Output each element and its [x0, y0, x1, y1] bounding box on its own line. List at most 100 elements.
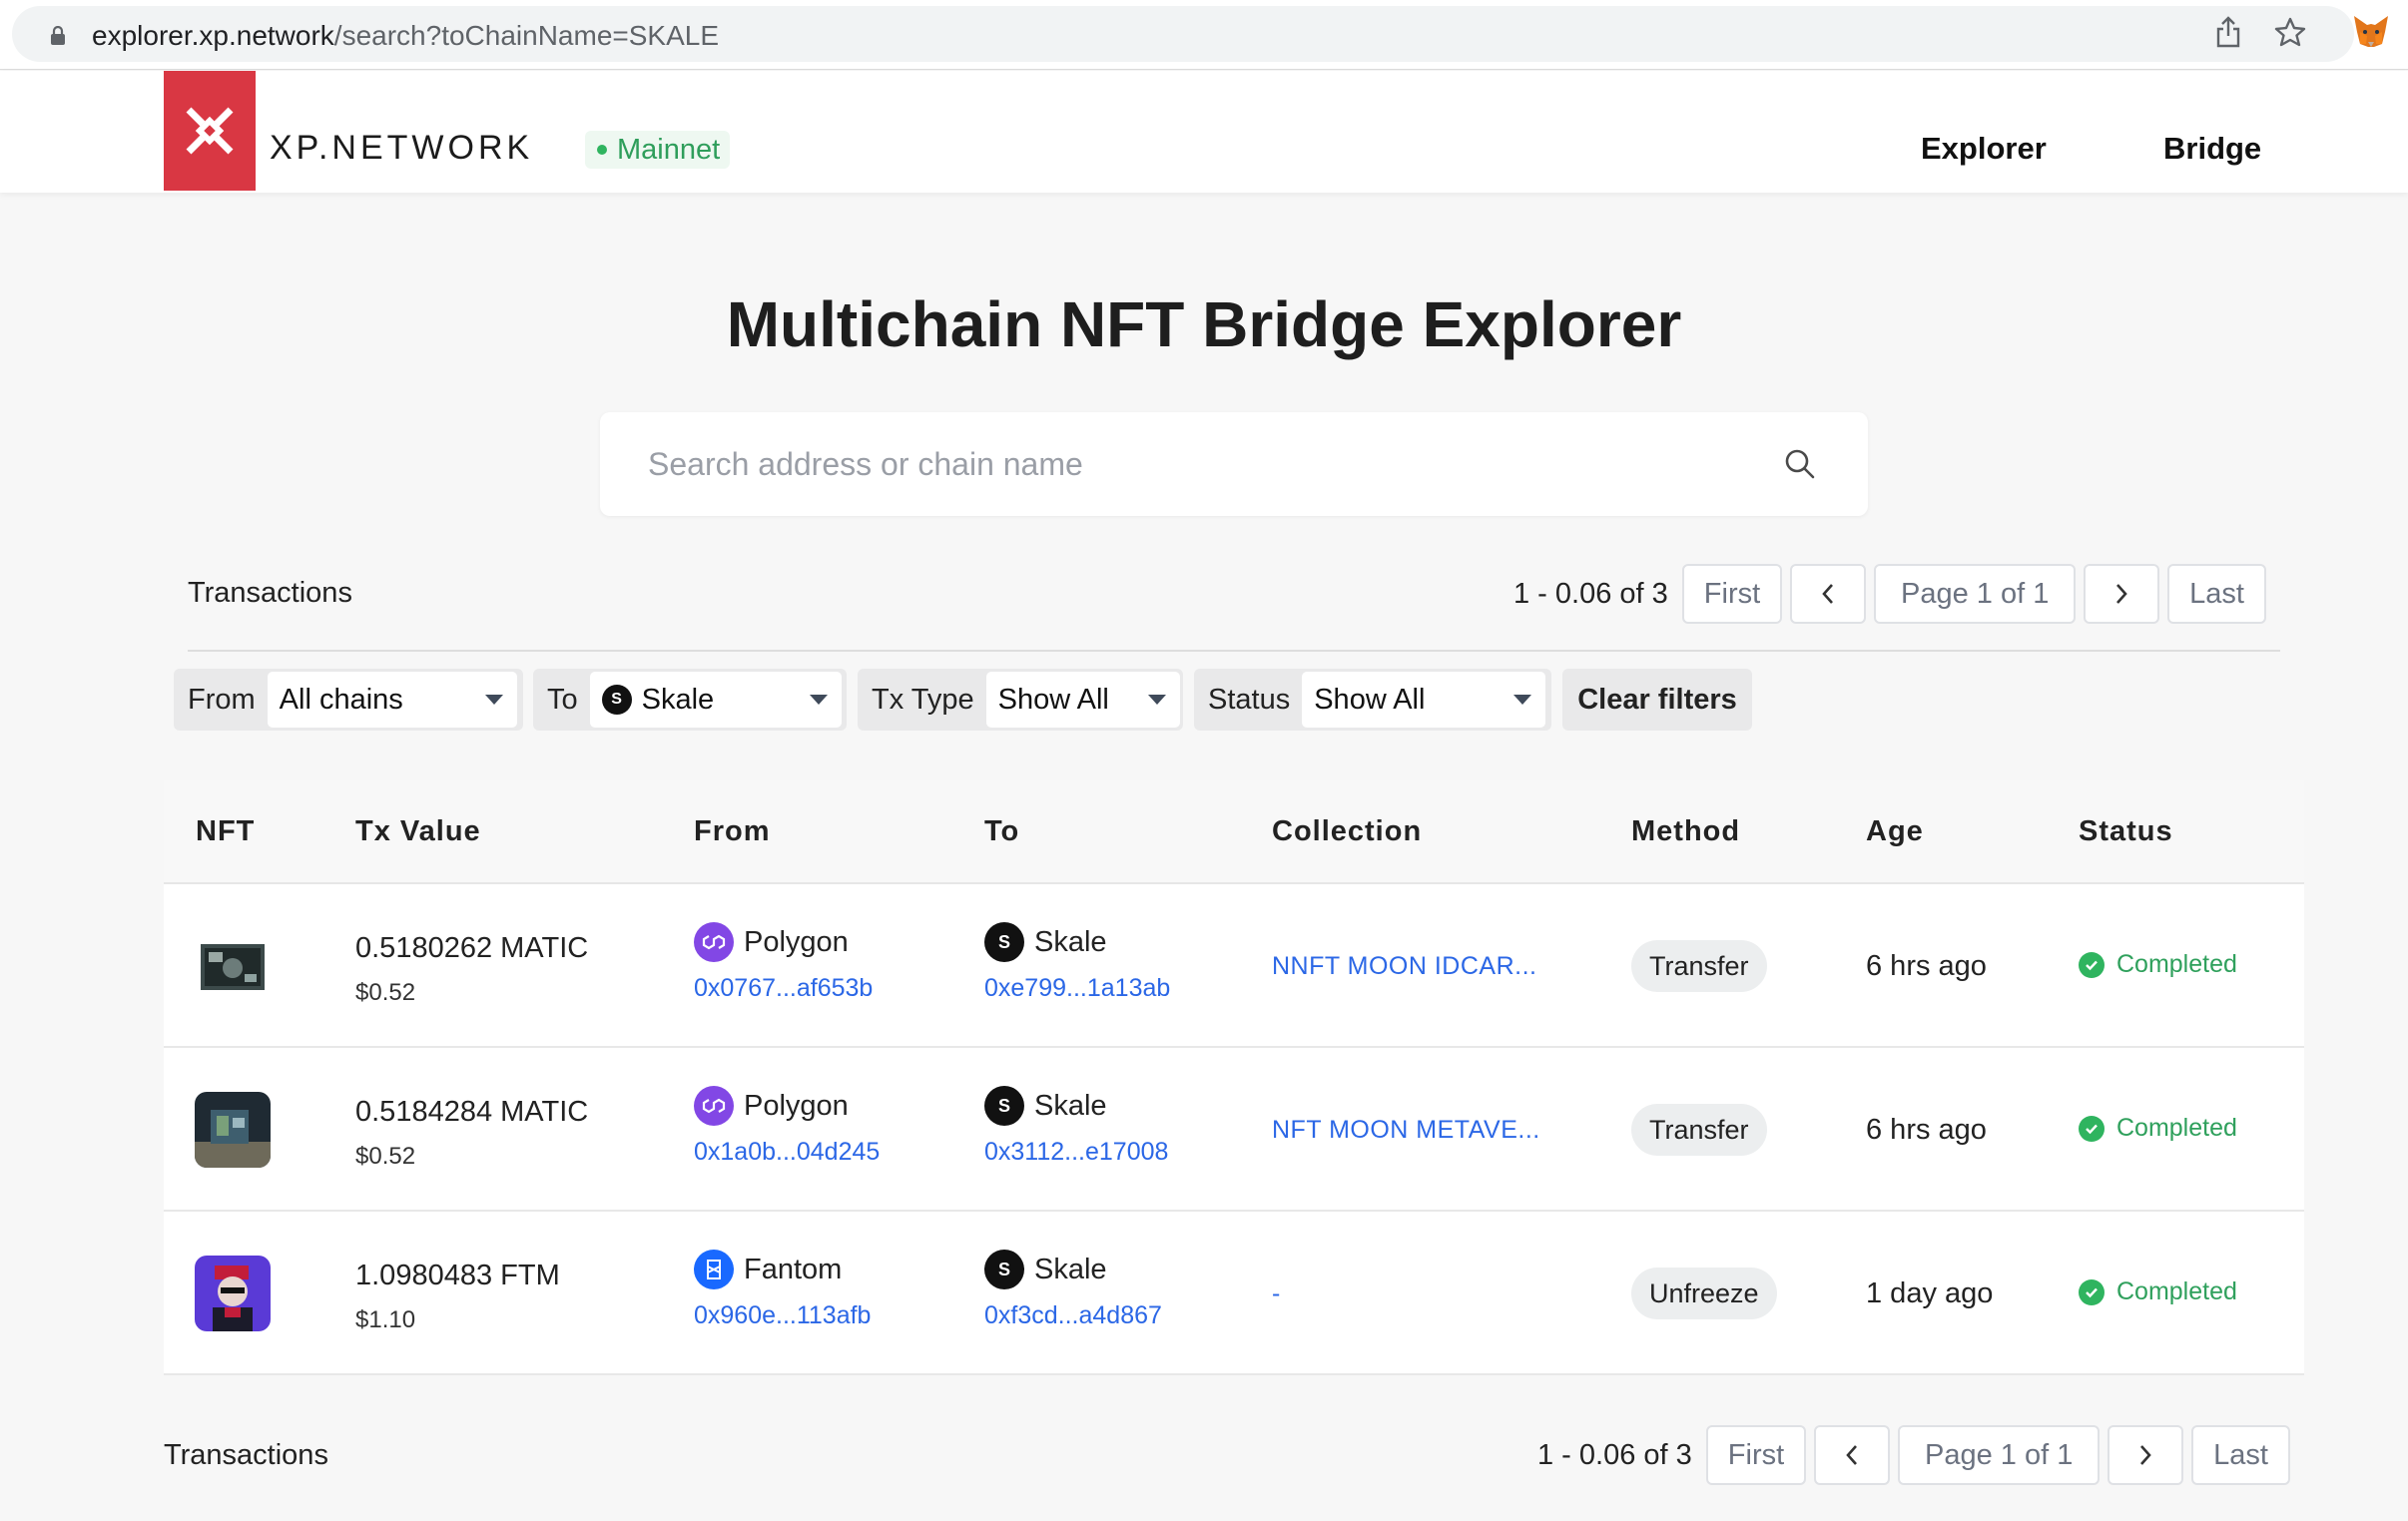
next-page-button[interactable] — [2084, 564, 2160, 624]
filter-from-label: From — [188, 683, 256, 716]
table-row[interactable]: 1.0980483 FTM $1.10 Fantom 0x960e...113a… — [164, 1212, 2304, 1375]
first-page-button[interactable]: First — [1681, 564, 1783, 624]
tx-amount: 0.5180262 MATIC — [355, 932, 589, 964]
from-address[interactable]: 0x1a0b...04d245 — [694, 1138, 880, 1167]
prev-page-button[interactable] — [1814, 1425, 1891, 1485]
col-tx-value: Tx Value — [355, 815, 481, 847]
nft-thumbnail[interactable] — [195, 1256, 271, 1331]
to-address[interactable]: 0xf3cd...a4d867 — [984, 1301, 1162, 1330]
filter-status: Status Show All — [1194, 669, 1551, 731]
to-address[interactable]: 0xe799...1a13ab — [984, 974, 1170, 1003]
share-icon[interactable] — [2214, 16, 2242, 48]
from-chain: Polygon — [744, 925, 849, 958]
filter-txtype-select[interactable]: Show All — [985, 672, 1180, 728]
to-cell: S Skale 0x3112...e17008 — [984, 1086, 1168, 1167]
table-row[interactable]: 0.5184284 MATIC $0.52 Polygon 0x1a0b...0… — [164, 1048, 2304, 1212]
filter-to-value: Skale — [641, 683, 715, 716]
chevron-right-icon — [2116, 584, 2127, 604]
to-chain: Skale — [1034, 1253, 1107, 1285]
pagination-top: 1 - 0.06 of 3 First Page 1 of 1 Last — [1513, 564, 2266, 624]
table-header: NFT Tx Value From To Collection Method A… — [164, 780, 2304, 884]
pagination-bottom: 1 - 0.06 of 3 First Page 1 of 1 Last — [1537, 1425, 2290, 1485]
address-bar[interactable]: explorer.xp.network/search?toChainName=S… — [12, 6, 2354, 62]
page-range: 1 - 0.06 of 3 — [1513, 577, 1668, 610]
from-address[interactable]: 0x0767...af653b — [694, 974, 873, 1003]
to-chain: Skale — [1034, 1089, 1107, 1122]
polygon-icon — [694, 922, 734, 962]
tx-value-cell: 0.5184284 MATIC $0.52 — [355, 1096, 588, 1171]
check-circle-icon — [2079, 1115, 2105, 1142]
last-page-button[interactable]: Last — [2191, 1425, 2290, 1485]
status-text: Completed — [2116, 1114, 2237, 1142]
status-cell: Completed — [2079, 1114, 2237, 1143]
page-indicator: Page 1 of 1 — [1874, 564, 2077, 624]
nft-image-character — [195, 1256, 271, 1331]
fantom-icon — [694, 1250, 734, 1289]
brand-name[interactable]: XP.NETWORK — [270, 129, 533, 168]
next-page-button[interactable] — [2107, 1425, 2184, 1485]
status-cell: Completed — [2079, 950, 2237, 979]
nft-thumbnail[interactable] — [195, 928, 271, 1004]
col-age: Age — [1866, 815, 1924, 847]
chevron-left-icon — [1846, 1445, 1858, 1465]
skale-icon: S — [984, 922, 1024, 962]
filter-from-select[interactable]: All chains — [267, 672, 517, 728]
polygon-icon — [694, 1086, 734, 1126]
star-icon[interactable] — [2274, 16, 2306, 48]
xp-logo[interactable] — [164, 71, 256, 191]
caret-down-icon — [809, 695, 828, 705]
url-text: explorer.xp.network/search?toChainName=S… — [92, 20, 719, 52]
first-page-button[interactable]: First — [1705, 1425, 1807, 1485]
nav-bridge[interactable]: Bridge — [2163, 131, 2261, 167]
nft-thumbnail[interactable] — [195, 1092, 271, 1168]
divider — [188, 650, 2280, 652]
skale-icon: S — [601, 685, 632, 715]
table-row[interactable]: 0.5180262 MATIC $0.52 Polygon 0x0767...a… — [164, 884, 2304, 1048]
tx-value-cell: 1.0980483 FTM $1.10 — [355, 1260, 560, 1334]
filter-status-select[interactable]: Show All — [1302, 672, 1546, 728]
filter-to-select[interactable]: S Skale — [589, 672, 842, 728]
method-badge: Transfer — [1631, 940, 1767, 992]
search-input[interactable] — [648, 438, 1746, 490]
site-header: XP.NETWORK Mainnet Explorer Bridge — [0, 71, 2408, 193]
nft-image-metaverse — [195, 1092, 271, 1168]
page-indicator: Page 1 of 1 — [1898, 1425, 2101, 1485]
col-nft: NFT — [196, 815, 256, 847]
from-address[interactable]: 0x960e...113afb — [694, 1301, 871, 1330]
from-cell: Polygon 0x0767...af653b — [694, 922, 873, 1003]
to-address[interactable]: 0x3112...e17008 — [984, 1138, 1168, 1167]
page-title: Multichain NFT Bridge Explorer — [726, 288, 1682, 360]
tx-amount: 1.0980483 FTM — [355, 1260, 560, 1291]
col-to: To — [984, 815, 1020, 847]
method-badge: Unfreeze — [1631, 1268, 1777, 1319]
transactions-table: NFT Tx Value From To Collection Method A… — [164, 780, 2304, 1375]
from-cell: Fantom 0x960e...113afb — [694, 1250, 871, 1330]
page-range: 1 - 0.06 of 3 — [1537, 1438, 1692, 1471]
check-circle-icon — [2079, 1278, 2105, 1305]
to-chain: Skale — [1034, 925, 1107, 958]
nav-explorer[interactable]: Explorer — [1921, 131, 2047, 167]
nft-image-idcard — [201, 944, 265, 990]
search-icon[interactable] — [1784, 448, 1816, 480]
collection-link[interactable]: - — [1272, 1279, 1281, 1308]
filter-from: From All chains — [174, 669, 523, 731]
network-label: Mainnet — [617, 133, 721, 166]
tx-amount: 0.5184284 MATIC — [355, 1096, 589, 1128]
col-from: From — [694, 815, 771, 847]
filter-txtype: Tx Type Show All — [858, 669, 1183, 731]
transactions-label: Transactions — [188, 577, 352, 609]
last-page-button[interactable]: Last — [2167, 564, 2266, 624]
prev-page-button[interactable] — [1790, 564, 1867, 624]
status-dot-icon — [597, 145, 607, 155]
collection-link[interactable]: NFT MOON METAVE... — [1272, 1116, 1540, 1145]
method-badge: Transfer — [1631, 1104, 1767, 1156]
search-box — [600, 412, 1868, 516]
skale-icon: S — [984, 1250, 1024, 1289]
filter-status-value: Show All — [1314, 683, 1426, 716]
clear-filters-button[interactable]: Clear filters — [1562, 669, 1752, 731]
collection-link[interactable]: NNFT MOON IDCAR... — [1272, 952, 1536, 981]
metamask-fox-icon[interactable] — [2352, 14, 2390, 50]
filter-to-selected: S Skale — [601, 683, 715, 717]
url-host: explorer.xp.network — [92, 20, 334, 51]
to-cell: S Skale 0xe799...1a13ab — [984, 922, 1170, 1003]
